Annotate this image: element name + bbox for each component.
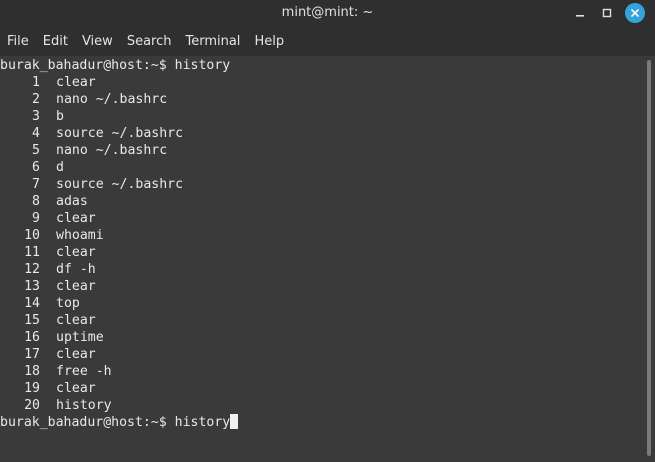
history-command: nano ~/.bashrc (56, 143, 168, 158)
history-command: d (56, 160, 64, 175)
history-entry: 15 clear (0, 312, 644, 329)
history-entry: 9 clear (0, 210, 644, 227)
title-bar[interactable]: mint@mint: ~ (0, 0, 655, 28)
history-number: 18 (24, 364, 40, 379)
history-number: 4 (32, 126, 40, 141)
history-number: 20 (24, 398, 40, 413)
history-entry: 17 clear (0, 346, 644, 363)
history-entry: 14 top (0, 295, 644, 312)
history-entry: 20 history (0, 397, 644, 414)
history-number: 15 (24, 313, 40, 328)
scroll-thumb[interactable] (647, 60, 651, 456)
history-command: top (56, 296, 80, 311)
history-number: 10 (24, 228, 40, 243)
history-number: 8 (32, 194, 40, 209)
menu-file[interactable]: File (0, 28, 36, 56)
history-number: 2 (32, 92, 40, 107)
text-cursor (230, 414, 239, 429)
window-title: mint@mint: ~ (281, 5, 374, 20)
history-entry: 1 clear (0, 74, 644, 91)
history-number: 17 (24, 347, 40, 362)
history-entry: 4 source ~/.bashrc (0, 125, 644, 142)
history-entry: 12 df -h (0, 261, 644, 278)
menu-help[interactable]: Help (247, 28, 291, 56)
history-number: 13 (24, 279, 40, 294)
history-entry: 3b (0, 108, 644, 125)
terminal-output[interactable]: burak_bahadur@host:~$ history 1 clear 2 nano… (0, 56, 644, 462)
menu-edit[interactable]: Edit (36, 28, 75, 56)
command: history (174, 58, 231, 73)
history-command: source ~/.bashrc (56, 177, 184, 192)
history-number: 1 (32, 75, 40, 90)
history-number: 9 (32, 211, 40, 226)
history-command: uptime (56, 330, 104, 345)
menu-view[interactable]: View (75, 28, 120, 56)
prompt: burak_bahadur@host:~$ (0, 415, 175, 430)
input-line[interactable]: burak_bahadur@host:~$ history (0, 414, 644, 431)
history-number: 5 (32, 143, 40, 158)
close-icon (631, 9, 639, 17)
history-command: clear (56, 75, 96, 90)
history-number: 6 (32, 160, 40, 175)
menu-terminal[interactable]: Terminal (178, 28, 247, 56)
history-command: df -h (56, 262, 96, 277)
history-entry: 19 clear (0, 380, 644, 397)
history-command: clear (56, 211, 96, 226)
maximize-button[interactable] (597, 3, 617, 23)
menu-bar: File Edit View Search Terminal Help (0, 28, 655, 56)
maximize-icon (602, 8, 612, 18)
history-entry: 5 nano ~/.bashrc (0, 142, 644, 159)
history-command: free -h (56, 364, 112, 379)
command-line: burak_bahadur@host:~$ history (0, 57, 644, 74)
current-input: history (174, 415, 231, 430)
history-command: clear (56, 347, 96, 362)
history-command: b (56, 109, 64, 124)
scrollbar[interactable] (644, 56, 655, 462)
history-number: 14 (24, 296, 40, 311)
history-entry: 11 clear (0, 244, 644, 261)
history-entry: 7 source ~/.bashrc (0, 176, 644, 193)
history-entry: 18 free -h (0, 363, 644, 380)
history-number: 3 (32, 109, 40, 124)
history-number: 12 (24, 262, 40, 277)
history-command: nano ~/.bashrc (56, 92, 168, 107)
close-button[interactable] (625, 3, 645, 23)
history-command: clear (56, 279, 96, 294)
history-command: clear (56, 245, 96, 260)
history-entry: 16 uptime (0, 329, 644, 346)
history-command: whoami (56, 228, 104, 243)
history-entry: 2 nano ~/.bashrc (0, 91, 644, 108)
history-command: history (56, 398, 112, 413)
history-command: clear (56, 381, 96, 396)
prompt: burak_bahadur@host:~$ (0, 58, 175, 73)
history-number: 16 (24, 330, 40, 345)
menu-search[interactable]: Search (120, 28, 179, 56)
history-command: adas (56, 194, 88, 209)
history-number: 11 (24, 245, 40, 260)
history-list: 1 clear 2 nano ~/.bashrc 3 b 4 source ~/.bashrc… (0, 74, 644, 414)
history-number: 19 (24, 381, 40, 396)
history-number: 7 (32, 177, 40, 192)
history-entry: 6d (0, 159, 644, 176)
history-entry: 13 clear (0, 278, 644, 295)
minimize-icon (576, 15, 584, 17)
history-command: clear (56, 313, 96, 328)
terminal-window: mint@mint: ~ File Edit View Search Termi… (0, 0, 655, 462)
history-command: source ~/.bashrc (56, 126, 184, 141)
history-entry: 8 adas (0, 193, 644, 210)
minimize-button[interactable] (570, 3, 590, 23)
history-entry: 10 whoami (0, 227, 644, 244)
